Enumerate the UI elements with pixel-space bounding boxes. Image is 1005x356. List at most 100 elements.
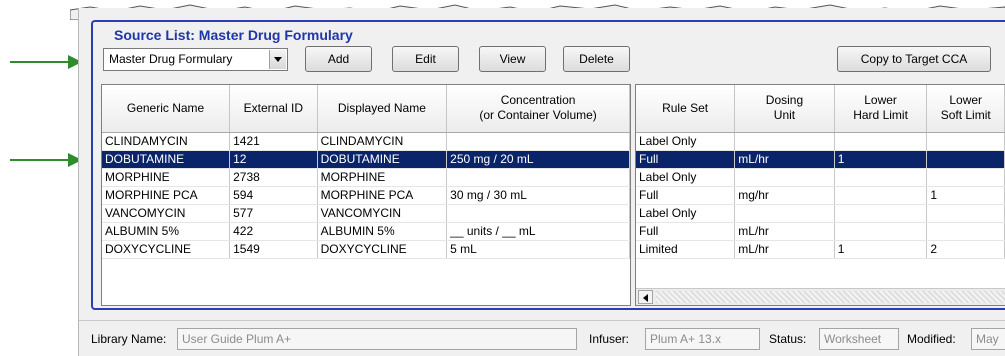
infuser-label: Infuser: bbox=[589, 332, 630, 346]
scroll-left-icon[interactable] bbox=[638, 290, 653, 304]
rule-cell: mL/hr bbox=[734, 222, 835, 241]
rule-cell bbox=[926, 132, 1005, 151]
column-header[interactable]: Generic Name bbox=[102, 85, 231, 133]
modified-label: Modified: bbox=[907, 332, 956, 346]
column-header[interactable]: Displayed Name bbox=[317, 85, 448, 133]
column-header[interactable]: Lower Soft Limit bbox=[926, 85, 1005, 133]
table-row[interactable]: DOBUTAMINE 12 DOBUTAMINE 250 mg / 20 mL bbox=[102, 150, 630, 169]
drug-cell: DOXYCYCLINE bbox=[317, 240, 448, 259]
edit-button[interactable]: Edit bbox=[392, 46, 459, 72]
delete-button[interactable]: Delete bbox=[563, 46, 630, 72]
table-row[interactable]: Label Only bbox=[636, 204, 1005, 223]
drug-cell: MORPHINE PCA bbox=[102, 186, 231, 205]
copy-to-target-button[interactable]: Copy to Target CCA bbox=[837, 46, 991, 72]
drug-cell: MORPHINE PCA bbox=[317, 186, 448, 205]
drug-cell: 422 bbox=[229, 222, 318, 241]
table-row[interactable]: DOXYCYCLINE 1549 DOXYCYCLINE 5 mL bbox=[102, 240, 630, 259]
rule-cell: mg/hr bbox=[734, 186, 835, 205]
table-row[interactable]: VANCOMYCIN 577 VANCOMYCIN bbox=[102, 204, 630, 223]
library-name-field: User Guide Plum A+ bbox=[177, 328, 577, 350]
library-name-label: Library Name: bbox=[91, 332, 167, 346]
table-row[interactable]: MORPHINE 2738 MORPHINE bbox=[102, 168, 630, 187]
drug-cell: MORPHINE bbox=[317, 168, 448, 187]
modified-field: May bbox=[971, 328, 1005, 350]
table-row[interactable]: Limited mL/hr 1 2 bbox=[636, 240, 1005, 259]
rule-cell bbox=[926, 168, 1005, 187]
drug-cell: ALBUMIN 5% bbox=[317, 222, 448, 241]
rule-cell: 2 bbox=[926, 240, 1005, 259]
rule-cell: Full bbox=[636, 186, 736, 205]
concentration-header-line-1: Concentration bbox=[500, 93, 576, 108]
drug-cell bbox=[446, 132, 630, 151]
rule-cell: Full bbox=[636, 150, 736, 169]
chevron-down-icon[interactable] bbox=[269, 50, 286, 69]
rule-cell: Limited bbox=[636, 240, 736, 259]
table-row[interactable]: Full mL/hr 1 bbox=[636, 150, 1005, 169]
rule-cell bbox=[734, 132, 835, 151]
table-row[interactable]: Label Only bbox=[636, 168, 1005, 187]
table-row[interactable]: ALBUMIN 5% 422 ALBUMIN 5% __ units / __ mL bbox=[102, 222, 630, 241]
rule-cell bbox=[834, 132, 928, 151]
lower-soft-header-line-1: Lower bbox=[949, 93, 983, 108]
infuser-field: Plum A+ 13.x bbox=[645, 328, 760, 350]
drug-cell bbox=[446, 204, 630, 223]
dropdown-value: Master Drug Formulary bbox=[109, 52, 233, 66]
rule-table: Rule Set Dosing Unit Lower Hard Limit Lo… bbox=[635, 84, 1005, 306]
drug-cell bbox=[446, 168, 630, 187]
column-header[interactable]: Lower Hard Limit bbox=[834, 85, 928, 133]
drug-cell: VANCOMYCIN bbox=[102, 204, 231, 223]
drug-cell: __ units / __ mL bbox=[446, 222, 630, 241]
drug-cell: 5 mL bbox=[446, 240, 630, 259]
rule-cell bbox=[834, 204, 928, 223]
drug-cell: 577 bbox=[229, 204, 318, 223]
column-header[interactable]: Rule Set bbox=[636, 85, 736, 133]
concentration-header-line-2: (or Container Volume) bbox=[479, 108, 597, 123]
source-list-window: Source List: Master Drug Formulary Maste… bbox=[78, 8, 1005, 356]
status-field: Worksheet bbox=[819, 328, 899, 350]
rule-cell: mL/hr bbox=[734, 150, 835, 169]
lower-hard-header-line-1: Lower bbox=[864, 93, 897, 108]
table-row[interactable]: Full mg/hr 1 bbox=[636, 186, 1005, 205]
rule-cell: 1 bbox=[834, 240, 928, 259]
rule-cell bbox=[734, 168, 835, 187]
drug-cell: 250 mg / 20 mL bbox=[446, 150, 630, 169]
rule-cell: Label Only bbox=[636, 132, 736, 151]
column-header[interactable]: Concentration (or Container Volume) bbox=[446, 85, 630, 133]
drug-cell: ALBUMIN 5% bbox=[102, 222, 231, 241]
rule-cell bbox=[834, 186, 928, 205]
column-header[interactable]: External ID bbox=[229, 85, 318, 133]
table-row[interactable]: CLINDAMYCIN 1421 CLINDAMYCIN bbox=[102, 132, 630, 151]
lower-hard-header-line-2: Hard Limit bbox=[853, 108, 908, 123]
horizontal-scrollbar[interactable] bbox=[636, 288, 1005, 305]
rule-cell: Label Only bbox=[636, 168, 736, 187]
table-row[interactable]: Full mL/hr bbox=[636, 222, 1005, 241]
drug-cell: MORPHINE bbox=[102, 168, 231, 187]
status-label: Status: bbox=[769, 332, 807, 346]
drug-cell: 30 mg / 30 mL bbox=[446, 186, 630, 205]
dosing-header-line-2: Unit bbox=[773, 108, 796, 123]
drug-cell: VANCOMYCIN bbox=[317, 204, 448, 223]
drug-cell: 1421 bbox=[229, 132, 318, 151]
rule-cell bbox=[734, 204, 835, 223]
formulary-dropdown[interactable]: Master Drug Formulary bbox=[103, 48, 288, 71]
column-header[interactable]: Dosing Unit bbox=[734, 85, 835, 133]
rule-cell: 1 bbox=[834, 150, 928, 169]
rule-cell bbox=[926, 204, 1005, 223]
view-button[interactable]: View bbox=[479, 46, 546, 72]
callout-arrow-selected-row bbox=[10, 153, 82, 167]
rule-table-header: Rule Set Dosing Unit Lower Hard Limit Lo… bbox=[636, 85, 1005, 133]
drug-cell: CLINDAMYCIN bbox=[317, 132, 448, 151]
scroll-track[interactable] bbox=[656, 291, 1005, 303]
status-bar: Library Name: User Guide Plum A+ Infuser… bbox=[79, 320, 1005, 356]
table-row[interactable]: Label Only bbox=[636, 132, 1005, 151]
table-row[interactable]: MORPHINE PCA 594 MORPHINE PCA 30 mg / 30 mL bbox=[102, 186, 630, 205]
add-button[interactable]: Add bbox=[305, 46, 372, 72]
drug-cell: 594 bbox=[229, 186, 318, 205]
rule-cell: mL/hr bbox=[734, 240, 835, 259]
drug-cell: 1549 bbox=[229, 240, 318, 259]
lower-soft-header-line-2: Soft Limit bbox=[940, 108, 991, 123]
drug-cell: 12 bbox=[229, 150, 318, 169]
drug-cell: DOBUTAMINE bbox=[317, 150, 448, 169]
rule-cell bbox=[834, 168, 928, 187]
rule-cell: Label Only bbox=[636, 204, 736, 223]
